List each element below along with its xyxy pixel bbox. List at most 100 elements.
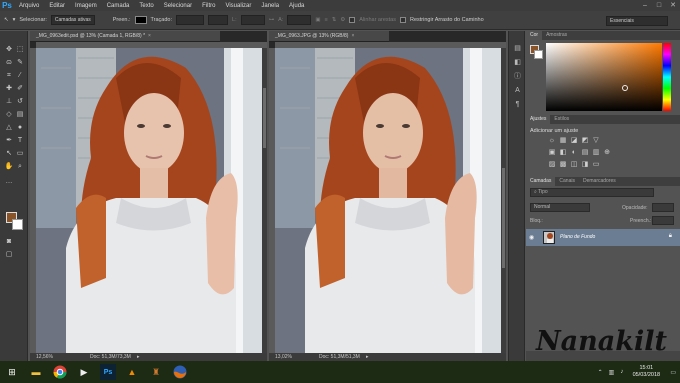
paragraph-panel-icon[interactable]: ¶	[513, 101, 522, 109]
layer-name[interactable]: Plano de Fundo	[560, 234, 595, 240]
path-operations-icon[interactable]: ▣	[315, 17, 320, 23]
scroll-thumb[interactable]	[263, 88, 266, 148]
scroll-thumb[interactable]	[502, 168, 505, 268]
chrome-icon[interactable]	[52, 364, 68, 380]
link-icon[interactable]: ⊶	[269, 17, 275, 23]
layer-filter-dropdown[interactable]: ⌕ Tipo	[530, 188, 654, 197]
notifications-icon[interactable]: ▭	[666, 369, 680, 376]
eyedropper-tool-icon[interactable]: ⁄	[15, 71, 25, 80]
vlc-icon[interactable]: ▲	[124, 364, 140, 380]
document-info[interactable]: Doc: 51,3M/73,3M	[90, 353, 131, 361]
layer-row[interactable]: ◉ Plano de Fundo 🔒︎	[526, 229, 680, 246]
stroke-width-field[interactable]	[176, 15, 205, 25]
selective-color-icon[interactable]: ▭	[592, 161, 600, 169]
width-field[interactable]	[240, 15, 265, 25]
width-field-icon[interactable]: L:	[232, 17, 237, 23]
menu-visualizar[interactable]: Visualizar	[220, 3, 256, 9]
menu-ajuda[interactable]: Ajuda	[284, 3, 309, 9]
shape-tool-icon[interactable]: ▭	[15, 149, 25, 158]
zoom-tool-icon[interactable]: ⌕	[15, 162, 25, 171]
extra-tools-icon[interactable]: …	[4, 177, 14, 186]
file-explorer-icon[interactable]: ▬	[28, 364, 44, 380]
brightness-icon[interactable]: ☼	[548, 137, 556, 145]
network-icon[interactable]: ▥	[606, 369, 618, 376]
blur-tool-icon[interactable]: △	[4, 123, 14, 132]
opacity-field[interactable]	[652, 203, 674, 212]
photoshop-taskbar-icon[interactable]: Ps	[100, 364, 116, 380]
select-dropdown[interactable]: Camadas ativas	[50, 15, 95, 25]
blend-mode-dropdown[interactable]: Normal	[530, 203, 590, 212]
canvas-1[interactable]	[36, 48, 262, 353]
menu-filtro[interactable]: Filtro	[197, 3, 220, 9]
fill-field[interactable]	[652, 216, 674, 225]
zoom-level[interactable]: 12,56%	[36, 353, 53, 361]
document-info[interactable]: Doc: 51,3M/51,3M	[319, 353, 360, 361]
gradient-map-icon[interactable]: ◨	[581, 161, 589, 169]
hue-saturation-icon[interactable]: ▣	[548, 149, 556, 157]
path-arrange-icon[interactable]: ⇅	[332, 17, 337, 23]
media-player-icon[interactable]: ▶	[76, 364, 92, 380]
exposure-icon[interactable]: ◩	[581, 137, 589, 145]
quick-mask-icon[interactable]: ◙	[4, 237, 14, 246]
character-panel-icon[interactable]: A	[513, 87, 522, 95]
constrain-path-checkbox[interactable]	[399, 17, 406, 23]
threshold-icon[interactable]: ◫	[570, 161, 578, 169]
history-panel-icon[interactable]: ▤	[513, 45, 522, 53]
close-tab-icon[interactable]: ×	[148, 33, 151, 39]
brush-tool-icon[interactable]: ✐	[15, 84, 25, 93]
installer-icon[interactable]: ♜	[148, 364, 164, 380]
black-white-icon[interactable]: ◐	[570, 149, 578, 157]
dropdown-arrow-icon[interactable]: ▾	[13, 17, 16, 23]
lasso-tool-icon[interactable]: ɷ	[4, 58, 14, 67]
firefox-icon[interactable]	[172, 364, 188, 380]
stroke-type-dropdown[interactable]	[208, 15, 229, 25]
screen-mode-icon[interactable]: ▢	[4, 250, 14, 259]
color-picker-cursor[interactable]	[622, 85, 628, 91]
hand-tool-icon[interactable]: ✋	[4, 162, 14, 171]
height-field[interactable]	[287, 15, 312, 25]
document-tab-2[interactable]: _MG_0963.JPG @ 13% (RGB/8) ×	[269, 31, 389, 42]
dodge-tool-icon[interactable]: ●	[15, 123, 25, 132]
fill-swatch[interactable]	[134, 16, 147, 24]
close-tab-icon[interactable]: ×	[351, 33, 354, 39]
crop-tool-icon[interactable]: ⌗	[4, 71, 14, 80]
menu-arquivo[interactable]: Arquivo	[14, 3, 44, 9]
quick-select-tool-icon[interactable]: ✎	[15, 58, 25, 67]
menu-imagem[interactable]: Imagem	[70, 3, 102, 9]
path-select-tool-icon[interactable]: ↖	[4, 17, 9, 23]
vertical-scrollbar-2[interactable]	[501, 48, 506, 353]
posterize-icon[interactable]: ▩	[559, 161, 567, 169]
menu-selecionar[interactable]: Selecionar	[159, 3, 197, 9]
levels-icon[interactable]: ▦	[559, 137, 567, 145]
maximize-button[interactable]: □	[652, 0, 666, 11]
eraser-tool-icon[interactable]: ◇	[4, 110, 14, 119]
pen-tool-icon[interactable]: ✒	[4, 136, 14, 145]
vertical-scrollbar-1[interactable]	[262, 48, 267, 353]
color-lookup-icon[interactable]: ⊕	[603, 149, 611, 157]
visibility-eye-icon[interactable]: ◉	[529, 234, 534, 241]
type-tool-icon[interactable]: T	[15, 136, 25, 145]
info-panel-icon[interactable]: ⓘ	[513, 73, 522, 81]
windows-start-icon[interactable]: ⊞	[4, 364, 20, 380]
status-menu-arrow-icon[interactable]: ▸	[137, 353, 140, 361]
close-button[interactable]: ✕	[666, 0, 680, 11]
height-field-icon[interactable]: A:	[278, 17, 283, 23]
properties-panel-icon[interactable]: ◧	[513, 59, 522, 67]
color-spectrum[interactable]	[546, 43, 662, 111]
curves-icon[interactable]: ◪	[570, 137, 578, 145]
path-alignment-icon[interactable]: ≡	[325, 17, 328, 23]
document-tab-1[interactable]: _MG_0963edit.psd @ 13% (Camada 1, RGB/8)…	[30, 31, 220, 42]
status-menu-arrow-icon[interactable]: ▸	[366, 353, 369, 361]
menu-texto[interactable]: Texto	[134, 3, 158, 9]
tab-styles[interactable]: Estilos	[550, 115, 573, 124]
tray-arrow-icon[interactable]: ⌃	[595, 369, 606, 376]
tab-adjustments[interactable]: Ajustes	[526, 115, 551, 124]
marquee-tool-icon[interactable]: ⬚	[15, 45, 25, 54]
hue-slider[interactable]	[663, 43, 671, 111]
align-edges-checkbox[interactable]	[349, 17, 356, 23]
invert-icon[interactable]: ▨	[548, 161, 556, 169]
clone-stamp-tool-icon[interactable]: ⊥	[4, 97, 14, 106]
panel-background-swatch[interactable]	[534, 50, 543, 59]
settings-gear-icon[interactable]: ⚙	[340, 17, 345, 23]
tab-channels[interactable]: Canais	[555, 177, 579, 186]
